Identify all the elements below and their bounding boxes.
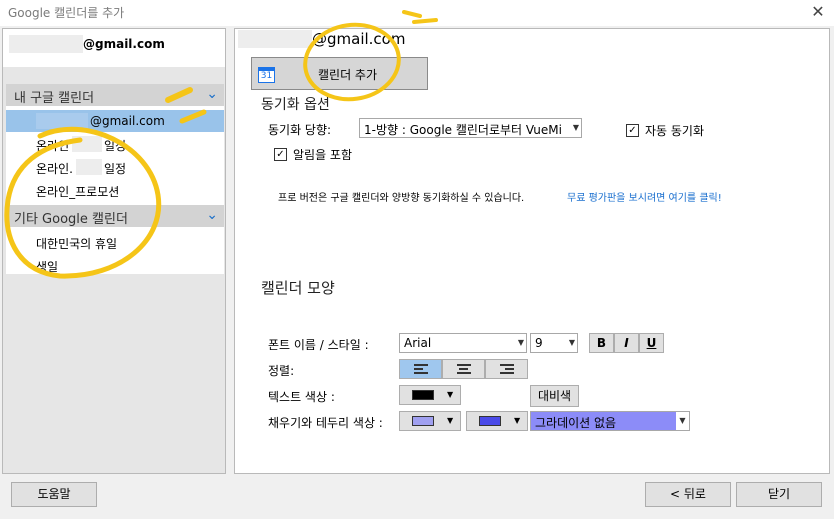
- include-alarm-checkbox[interactable]: ✓: [274, 148, 287, 161]
- other-calendars-title: 기타 Google 캘린더: [14, 212, 128, 227]
- close-icon[interactable]: ✕: [808, 2, 828, 22]
- calendar-item-promotion[interactable]: 온라인_프로모션: [6, 179, 224, 201]
- dropdown-arrow-icon: ▼: [568, 338, 575, 347]
- account-header: @gmail.com: [3, 29, 225, 67]
- align-left-button[interactable]: [399, 359, 442, 379]
- sync-direction-value: 1-방향 : Google 캘린더로부터 VueMi: [364, 123, 562, 137]
- gradient-value: 그라데이션 없음: [535, 416, 617, 430]
- dropdown-arrow-icon: ▼: [447, 416, 454, 425]
- account-redacted: [9, 35, 83, 53]
- fill-border-color-label: 채우기와 테두리 색상 :: [268, 416, 383, 430]
- align-label: 정렬:: [268, 364, 295, 378]
- free-trial-link[interactable]: 무료 평가판을 보시려면 여기를 클릭!: [567, 189, 722, 204]
- fill-color-picker[interactable]: ▼: [399, 411, 461, 431]
- calendar-item-label: 대한민국의 휴일: [36, 237, 118, 251]
- calendar-item-online-2[interactable]: 온라인. 일정: [6, 156, 224, 178]
- pro-version-note: 프로 버전은 구글 캘린더와 양방향 동기화하실 수 있습니다.: [278, 193, 525, 204]
- calendar-item-label: 일정: [104, 162, 127, 176]
- sync-direction-label: 동기화 당향:: [268, 123, 332, 137]
- other-calendars-header[interactable]: 기타 Google 캘린더 ⌄: [6, 205, 224, 227]
- help-button[interactable]: 도움말: [11, 482, 97, 507]
- font-size-value: 9: [535, 336, 543, 350]
- calendar-item-birthdays[interactable]: 생일: [6, 254, 224, 276]
- title-bar: [0, 0, 834, 26]
- chevron-down-icon[interactable]: ⌄: [206, 207, 218, 223]
- color-swatch: [412, 416, 434, 426]
- font-name-value: Arial: [404, 336, 432, 350]
- sync-direction-select[interactable]: 1-방향 : Google 캘린더로부터 VueMi ▼: [359, 118, 582, 138]
- dropdown-arrow-icon: ▼: [447, 390, 454, 399]
- name-redacted: [72, 136, 102, 152]
- font-size-select[interactable]: 9 ▼: [530, 333, 578, 353]
- name-redacted: [76, 159, 102, 175]
- text-color-picker[interactable]: ▼: [399, 385, 461, 405]
- include-alarm-label: 알림을 포함: [293, 148, 353, 162]
- color-swatch: [479, 416, 501, 426]
- calendar-item-label: 생일: [36, 260, 59, 274]
- calendar-item-label: 일정: [104, 139, 127, 153]
- align-center-button[interactable]: [442, 359, 485, 379]
- align-center-icon: [456, 364, 471, 376]
- dropdown-arrow-icon: ▼: [517, 338, 524, 347]
- underline-button[interactable]: U: [639, 333, 664, 353]
- dropdown-arrow-icon: ▼: [676, 412, 689, 430]
- calendar-item-label: 온라인.: [36, 162, 73, 176]
- color-swatch: [412, 390, 434, 400]
- dropdown-arrow-icon: ▼: [514, 416, 521, 425]
- gradient-select[interactable]: 그라데이션 없음 ▼: [530, 411, 690, 431]
- my-calendars-title: 내 구글 캘린더: [14, 91, 95, 106]
- calendar-icon: 31: [258, 67, 275, 83]
- align-right-button[interactable]: [485, 359, 528, 379]
- sync-options-title: 동기화 옵션: [261, 97, 330, 113]
- my-calendars-header[interactable]: 내 구글 캘린더 ⌄: [6, 84, 224, 106]
- border-color-picker[interactable]: ▼: [466, 411, 528, 431]
- account-email: @gmail.com: [83, 37, 165, 51]
- dropdown-arrow-icon: ▼: [572, 123, 579, 132]
- italic-button[interactable]: I: [614, 333, 639, 353]
- font-name-select[interactable]: Arial ▼: [399, 333, 527, 353]
- calendar-list-panel: @gmail.com 내 구글 캘린더 ⌄ @gmail.com 온라인 일정 …: [2, 28, 226, 474]
- calendar-item-online-1[interactable]: 온라인 일정: [6, 133, 224, 155]
- window-title: Google 캘린더를 추가: [8, 6, 125, 20]
- calendar-item-label: @gmail.com: [90, 114, 165, 128]
- calendar-item-holidays[interactable]: 대한민국의 휴일: [6, 231, 224, 253]
- text-color-label: 텍스트 색상 :: [268, 390, 335, 404]
- auto-sync-label: 자동 동기화: [645, 124, 705, 138]
- account-redacted: [238, 30, 312, 48]
- appearance-title: 캘린더 모양: [261, 279, 335, 297]
- align-right-icon: [499, 364, 514, 376]
- calendar-item-label: 온라인_프로모션: [36, 185, 120, 199]
- separator: [3, 67, 225, 84]
- align-left-icon: [413, 364, 428, 376]
- contrast-color-button[interactable]: 대비색: [530, 385, 579, 407]
- auto-sync-checkbox[interactable]: ✓: [626, 124, 639, 137]
- font-label: 폰트 이름 / 스타일 :: [268, 338, 369, 352]
- account-email: @gmail.com: [312, 30, 406, 48]
- back-button[interactable]: < 뒤로: [645, 482, 731, 507]
- add-calendar-button[interactable]: 캘린더 추가: [251, 57, 428, 90]
- email-redacted: [36, 113, 88, 129]
- calendar-item-label: 온라인: [36, 139, 70, 153]
- chevron-down-icon[interactable]: ⌄: [206, 86, 218, 102]
- bold-button[interactable]: B: [589, 333, 614, 353]
- close-button[interactable]: 닫기: [736, 482, 822, 507]
- calendar-item-primary[interactable]: @gmail.com: [6, 110, 224, 132]
- add-calendar-label: 캘린더 추가: [318, 68, 378, 82]
